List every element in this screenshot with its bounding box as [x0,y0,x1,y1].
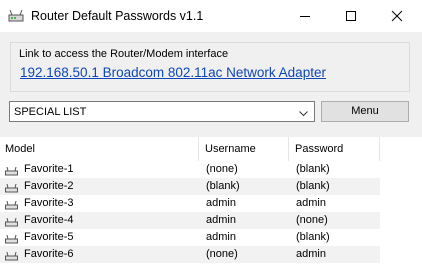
model-name: Favorite-1 [24,163,74,175]
table-row[interactable]: Favorite-1 (none) (blank) [0,161,422,178]
model-name: Favorite-4 [24,214,74,226]
chevron-down-icon [299,108,308,120]
password-cell: (blank) [296,231,330,243]
password-cell: (blank) [290,178,380,195]
router-interface-link[interactable]: 192.168.50.1 Broadcom 802.11ac Network A… [20,65,326,80]
username-cell: (none) [200,246,290,263]
list-header: Model Username Password [0,137,422,161]
window-title: Router Default Passwords v1.1 [31,9,204,23]
close-button[interactable] [374,0,420,32]
router-app-icon [8,9,24,23]
maximize-button[interactable] [328,0,374,32]
window-client-area: Link to access the Router/Modem interfac… [0,32,422,264]
password-cell: admin [296,197,326,209]
table-row[interactable]: Favorite-5 admin (blank) [0,229,422,246]
username-cell: admin [200,212,290,229]
list-selector-dropdown[interactable]: SPECIAL LIST [9,101,315,122]
password-cell: (blank) [296,163,330,175]
router-icon [5,216,18,227]
list-rows: Favorite-1 (none) (blank) Favorite-2 (bl… [0,161,422,263]
minimize-icon [300,16,310,17]
password-cell: (none) [290,212,380,229]
model-name: Favorite-2 [24,180,74,192]
password-list[interactable]: Model Username Password Favorite-1 (none… [0,137,422,264]
close-icon [391,10,403,22]
model-cell: Favorite-1 [0,161,200,178]
router-icon [5,233,18,244]
list-selector-value: SPECIAL LIST [14,106,87,118]
model-name: Favorite-5 [24,231,74,243]
username-cell: admin [206,231,236,243]
username-cell: (none) [206,163,238,175]
menu-button[interactable]: Menu [321,101,409,122]
model-name: Favorite-6 [24,248,74,260]
column-header-username[interactable]: Username [200,137,289,161]
model-cell: Favorite-5 [0,229,200,246]
column-header-password[interactable]: Password [290,137,380,161]
router-icon [5,182,18,193]
maximize-icon [346,11,356,21]
table-row[interactable]: Favorite-2 (blank) (blank) [0,178,422,195]
router-icon [5,165,18,176]
router-link-group: Link to access the Router/Modem interfac… [10,42,410,92]
model-cell: Favorite-2 [0,178,200,195]
router-link-group-label: Link to access the Router/Modem interfac… [19,48,229,60]
title-bar[interactable]: Router Default Passwords v1.1 [0,0,422,32]
column-header-model[interactable]: Model [0,137,199,161]
router-icon [5,199,18,210]
router-icon [5,250,18,261]
model-cell: Favorite-3 [0,195,200,212]
model-name: Favorite-3 [24,197,74,209]
table-row[interactable]: Favorite-6 (none) admin [0,246,422,263]
username-cell: admin [206,197,236,209]
model-cell: Favorite-6 [0,246,200,263]
password-cell: admin [290,246,380,263]
table-row[interactable]: Favorite-4 admin (none) [0,212,422,229]
table-row[interactable]: Favorite-3 admin admin [0,195,422,212]
minimize-button[interactable] [282,0,328,32]
model-cell: Favorite-4 [0,212,200,229]
username-cell: (blank) [200,178,290,195]
